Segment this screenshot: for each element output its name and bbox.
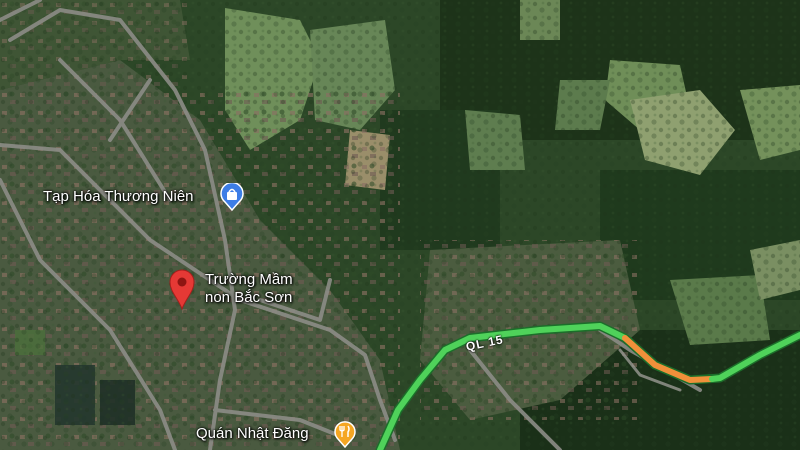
poi-label-school[interactable]: Trường Mầm non Bắc Sơn [205, 271, 293, 307]
map-imagery [0, 0, 800, 450]
satellite-map[interactable]: Tạp Hóa Thương Niên Trường Mầm non Bắc S… [0, 0, 800, 450]
poi-label-school-line1: Trường Mầm [205, 271, 293, 288]
poi-label-shop[interactable]: Tạp Hóa Thương Niên [43, 188, 194, 206]
poi-label-restaurant[interactable]: Quán Nhật Đăng [196, 425, 309, 443]
location-pin-icon[interactable] [168, 268, 196, 310]
restaurant-icon[interactable] [333, 420, 357, 448]
poi-label-school-line2: non Bắc Sơn [205, 289, 293, 306]
shopping-bag-icon[interactable] [219, 183, 245, 211]
